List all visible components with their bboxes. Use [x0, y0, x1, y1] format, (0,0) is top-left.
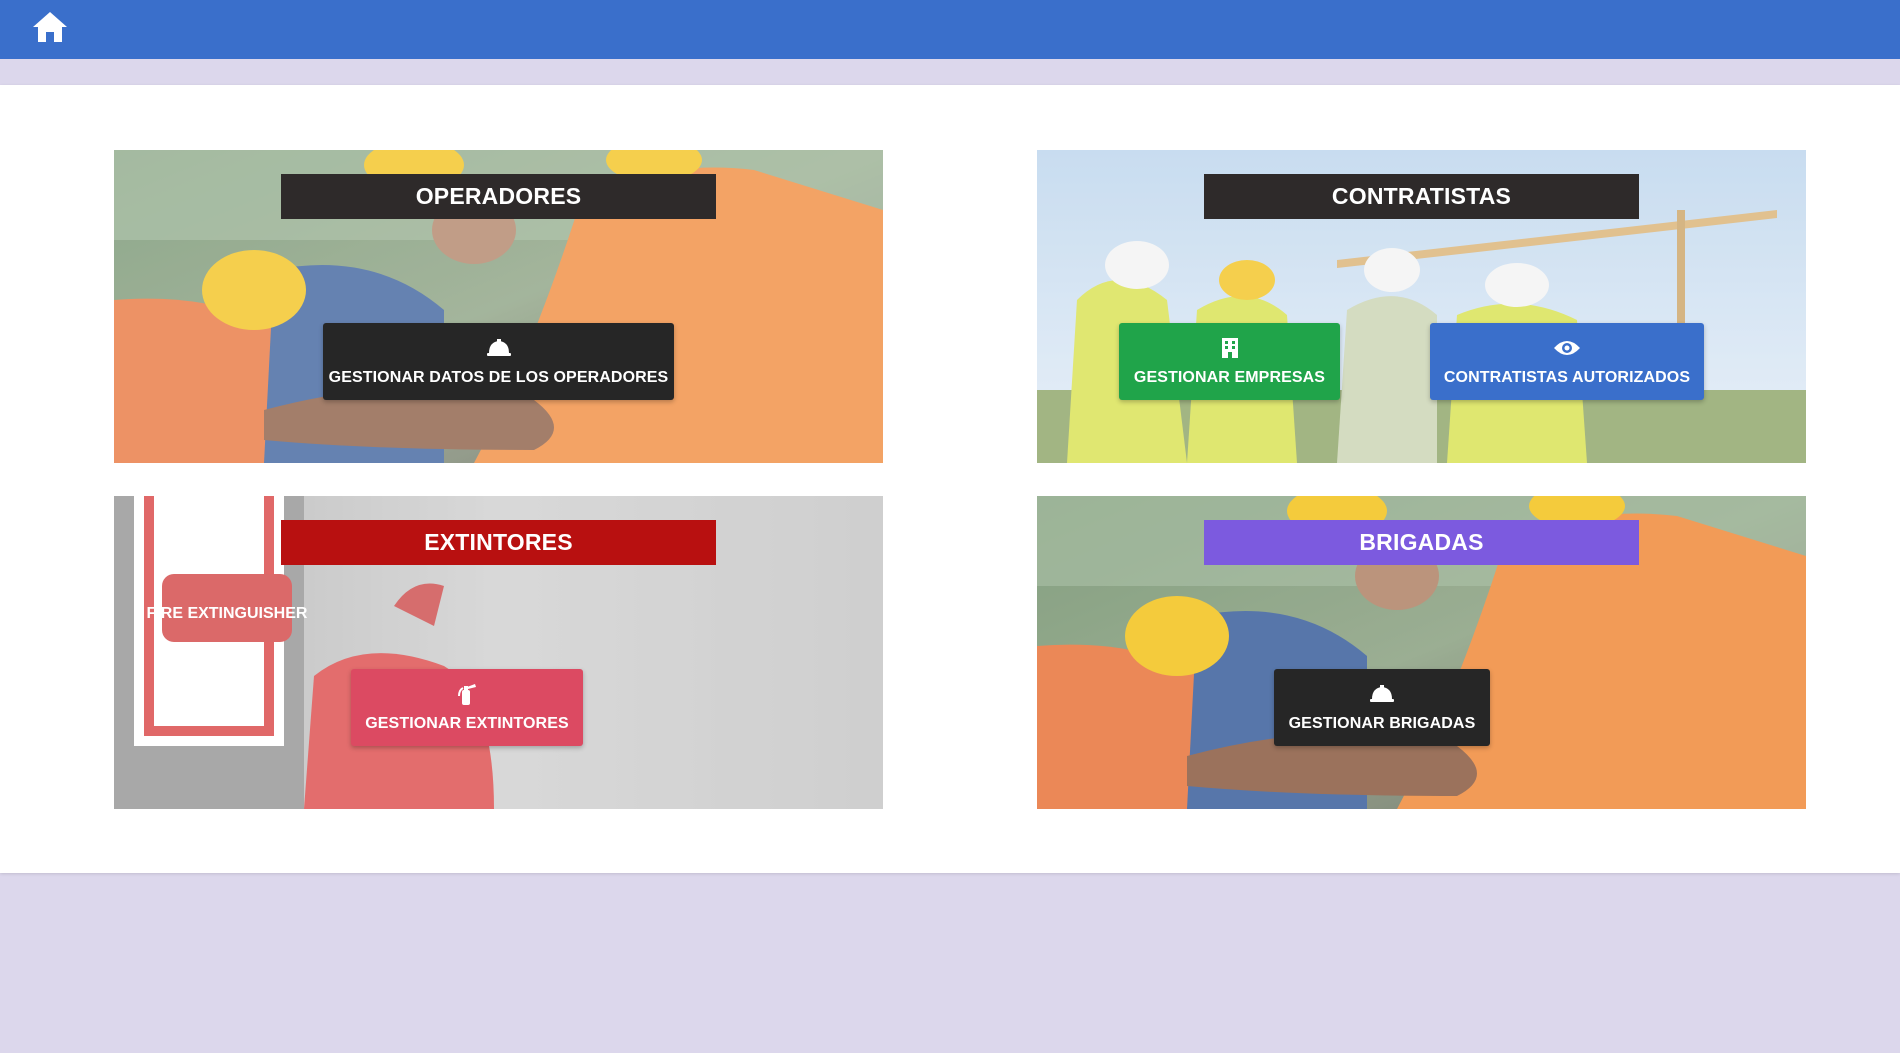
manage-companies-button[interactable]: GESTIONAR EMPRESAS [1119, 323, 1340, 400]
fire-extinguisher-icon [453, 682, 481, 706]
button-label: GESTIONAR DATOS DE LOS OPERADORES [328, 369, 669, 386]
dashboard-panel: OPERADORES GESTIONAR DATOS DE LOS OPERAD… [0, 85, 1900, 873]
button-label: GESTIONAR EMPRESAS [1133, 369, 1326, 386]
button-label: GESTIONAR BRIGADAS [1288, 715, 1476, 732]
card-brigadas: BRIGADAS GESTIONAR BRIGADAS [1037, 496, 1806, 809]
building-icon [1216, 336, 1244, 360]
card-title: CONTRATISTAS [1204, 174, 1639, 219]
card-operadores: OPERADORES GESTIONAR DATOS DE LOS OPERAD… [114, 150, 883, 463]
card-extintores: FIRE EXTINGUISHER EXTINTORES GESTIONAR E… [114, 496, 883, 809]
card-title: OPERADORES [281, 174, 716, 219]
hard-hat-icon [1368, 682, 1396, 706]
hard-hat-icon [485, 336, 513, 360]
card-title: BRIGADAS [1204, 520, 1639, 565]
button-label: GESTIONAR EXTINTORES [365, 715, 569, 732]
manage-extinguishers-button[interactable]: GESTIONAR EXTINTORES [351, 669, 583, 746]
eye-icon [1553, 336, 1581, 360]
button-label: CONTRATISTAS AUTORIZADOS [1443, 369, 1691, 386]
manage-brigades-button[interactable]: GESTIONAR BRIGADAS [1274, 669, 1490, 746]
manage-operators-button[interactable]: GESTIONAR DATOS DE LOS OPERADORES [323, 323, 674, 400]
home-icon [31, 10, 69, 49]
home-button[interactable] [28, 10, 72, 48]
card-contratistas: CONTRATISTAS GESTIONAR EMPRESAS CONTRATI… [1037, 150, 1806, 463]
card-title: EXTINTORES [281, 520, 716, 565]
top-navbar [0, 0, 1900, 59]
authorized-contractors-button[interactable]: CONTRATISTAS AUTORIZADOS [1430, 323, 1704, 400]
